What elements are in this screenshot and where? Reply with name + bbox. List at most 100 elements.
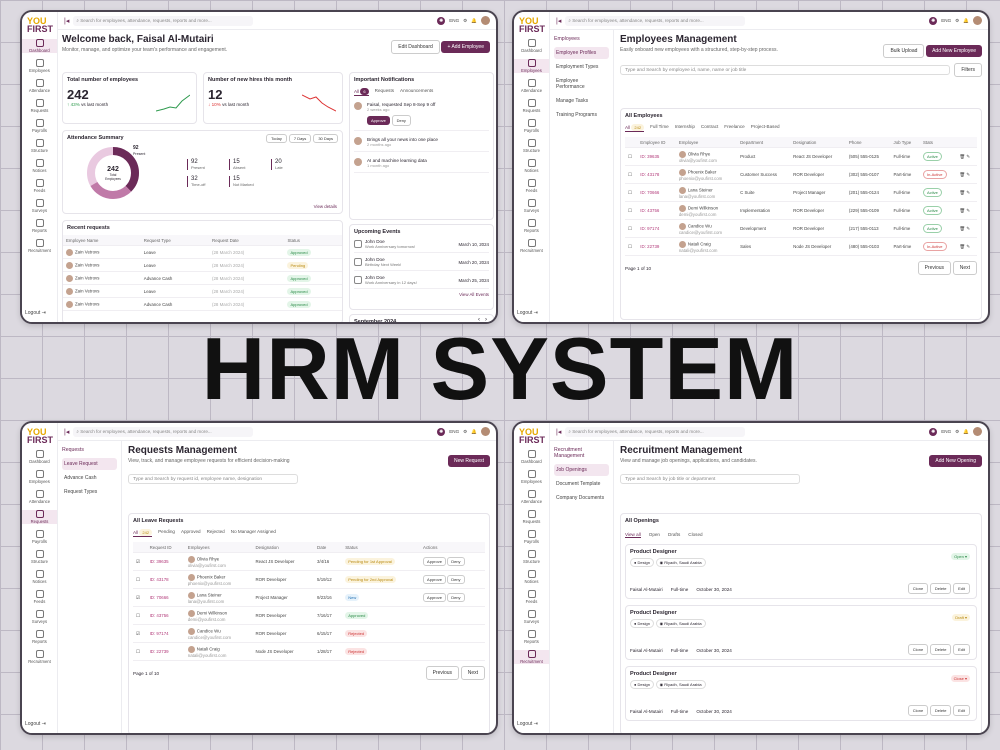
table-row[interactable]: ☐ ID: 43178 Phoenix Baker phoenix@youfirst.… <box>625 165 977 184</box>
table-row[interactable]: ☐ ID: 22739 Natali Craig natali@youfirst.co… <box>133 642 485 661</box>
logout-button[interactable]: Logout ⇥ <box>25 721 46 727</box>
subnav-item[interactable]: Employee Profiles <box>554 47 609 59</box>
bell-icon[interactable]: 🔔 <box>963 429 969 435</box>
subnav-item[interactable]: Employment Types <box>554 61 609 73</box>
row-actions[interactable]: 🗑 ✎ <box>956 201 977 220</box>
table-row[interactable]: ☑ ID: 70666 Lana Steiner lana@youfirst.com P… <box>133 588 485 607</box>
edit-dashboard-button[interactable]: Edit Dashboard <box>391 40 440 54</box>
tab[interactable]: Closed <box>688 532 702 538</box>
period-tab[interactable]: 7 Days <box>288 134 312 143</box>
job-opening-card[interactable]: Product Designer ● Design ◉ Riyadh, Saud… <box>625 544 977 599</box>
rail-item[interactable]: Employees <box>514 470 549 484</box>
table-row[interactable]: Zain Vetrovs Leave (28 March 2024) Pending <box>63 258 342 272</box>
language-select[interactable]: ENG <box>449 429 459 434</box>
avatar[interactable] <box>481 16 491 25</box>
logout-button[interactable]: Logout ⇥ <box>25 310 46 316</box>
rail-item[interactable]: Reports <box>514 219 549 233</box>
rail-item[interactable]: Attendance <box>514 79 549 93</box>
tab[interactable]: Pending <box>158 529 175 537</box>
avatar[interactable] <box>481 427 491 436</box>
collapse-icon[interactable]: |◂ <box>64 17 69 25</box>
subnav-item[interactable]: Company Documents <box>554 492 609 504</box>
subnav-item[interactable]: Job Openings <box>554 464 609 476</box>
row-actions[interactable]: 🗑 ✎ <box>956 147 977 166</box>
bell-icon[interactable]: 🔔 <box>471 429 477 435</box>
rail-item[interactable]: Requests <box>22 99 57 113</box>
edit-button[interactable]: Edit <box>953 705 970 716</box>
filters-button[interactable]: Filters <box>954 63 982 77</box>
subnav-item[interactable]: Manage Tasks <box>554 95 609 107</box>
settings-icon[interactable]: ⚙ <box>955 429 959 435</box>
rail-item[interactable]: Employees <box>22 59 57 73</box>
subnav-item[interactable]: Advance Cash <box>62 472 117 484</box>
bulk-upload-button[interactable]: Bulk Upload <box>883 44 925 58</box>
rail-item[interactable]: Feeds <box>22 590 57 604</box>
table-row[interactable]: ☐ ID: 43756 Demi Wilkinson demi@youfirst.co… <box>133 606 485 625</box>
opening-search-input[interactable]: Type and Search by job title or departme… <box>620 474 800 484</box>
logo[interactable]: YOU FIRST <box>22 423 57 445</box>
tab[interactable]: Open <box>649 532 660 538</box>
view-details-link[interactable]: View details <box>314 204 337 209</box>
rail-item[interactable]: Attendance <box>22 490 57 504</box>
rail-item[interactable]: Notices <box>514 159 549 173</box>
status-badge[interactable]: Close ▾ <box>950 675 970 682</box>
edit-button[interactable]: Edit <box>953 644 970 655</box>
subnav-item[interactable]: Training Programs <box>554 109 609 121</box>
deny-button[interactable]: Deny <box>447 557 465 566</box>
delete-button[interactable]: Delete <box>929 583 952 594</box>
bell-icon[interactable]: 🔔 <box>471 18 477 24</box>
avatar[interactable] <box>973 427 983 436</box>
row-actions[interactable]: 🗑 ✎ <box>956 237 977 256</box>
rail-item[interactable]: Payrolls <box>514 119 549 133</box>
rail-item[interactable]: Requests <box>22 510 57 524</box>
clone-button[interactable]: Clone <box>907 583 929 594</box>
tab[interactable]: Full Time <box>650 124 669 132</box>
rail-item[interactable]: Dashboard <box>22 39 57 53</box>
period-tab[interactable]: 30 Days <box>313 134 338 143</box>
subnav-item[interactable]: Leave Request <box>62 458 117 470</box>
rail-item[interactable]: Recruitment <box>514 650 549 664</box>
clone-button[interactable]: Clone <box>907 705 929 716</box>
rail-item[interactable]: Notices <box>514 570 549 584</box>
notification-item[interactable]: Brings all your news into one place 2 mon… <box>354 137 489 152</box>
table-row[interactable]: ☑ ID: 39635 Olivia Rhye olivia@youfirst.com… <box>133 552 485 571</box>
rail-item[interactable]: Surveys <box>514 199 549 213</box>
theme-icon[interactable]: ✺ <box>437 427 446 436</box>
table-row[interactable]: Zain Vetrovs Advance Cash (28 March 2024) A… <box>63 297 342 311</box>
global-search-input[interactable]: ⌕ Search for employees, attendance, requ… <box>73 15 253 26</box>
table-row[interactable]: Zain Vetrovs Leave (28 March 2024) Approved <box>63 245 342 259</box>
rail-item[interactable]: Structure <box>514 550 549 564</box>
approve-button[interactable]: Approve <box>423 593 446 602</box>
add-employee-button[interactable]: + Add Employee <box>441 41 490 53</box>
collapse-icon[interactable]: |◂ <box>556 17 561 25</box>
status-badge[interactable]: Open ▾ <box>951 553 970 560</box>
approve-button[interactable]: Approve <box>423 557 446 566</box>
notification-item[interactable]: AI and machine learning data 1 month ago <box>354 158 489 173</box>
job-opening-card[interactable]: Product Designer ● Design ◉ Riyadh, Saud… <box>625 605 977 660</box>
add-employee-button[interactable]: Add New Employee <box>926 45 982 57</box>
edit-button[interactable]: Edit <box>953 583 970 594</box>
status-badge[interactable]: Draft ▾ <box>952 614 970 621</box>
rail-item[interactable]: Notices <box>22 159 57 173</box>
global-search-input[interactable]: ⌕ Search for employees, attendance, requ… <box>565 15 745 26</box>
table-row[interactable]: ☐ ID: 97174 Candice Wu candice@youfirst.com… <box>625 219 977 238</box>
rail-item[interactable]: Feeds <box>22 179 57 193</box>
rail-item[interactable]: Notices <box>22 570 57 584</box>
notification-item[interactable]: Faisal, requested Sep 8-Sep 9 off 2 weeks… <box>354 102 489 131</box>
tab[interactable]: Project-Based <box>751 124 780 132</box>
event-item[interactable]: John Doe Work Anniversary in 12 days! Marc… <box>354 275 489 289</box>
subnav-item[interactable]: Document Template <box>554 478 609 490</box>
collapse-icon[interactable]: |◂ <box>556 428 561 436</box>
tab[interactable]: Rejected <box>207 529 225 537</box>
rail-item[interactable]: Feeds <box>514 590 549 604</box>
logo[interactable]: YOU FIRST <box>514 423 549 445</box>
logout-button[interactable]: Logout ⇥ <box>517 721 538 727</box>
rail-item[interactable]: Dashboard <box>514 39 549 53</box>
new-request-button[interactable]: New Request <box>447 455 490 467</box>
settings-icon[interactable]: ⚙ <box>463 18 467 24</box>
rail-item[interactable]: Structure <box>22 139 57 153</box>
view-all-events-link[interactable]: View All Events <box>354 292 489 297</box>
rail-item[interactable]: Structure <box>22 550 57 564</box>
tab[interactable]: Freelance <box>724 124 744 132</box>
calendar-nav[interactable]: ‹ › <box>478 317 487 322</box>
